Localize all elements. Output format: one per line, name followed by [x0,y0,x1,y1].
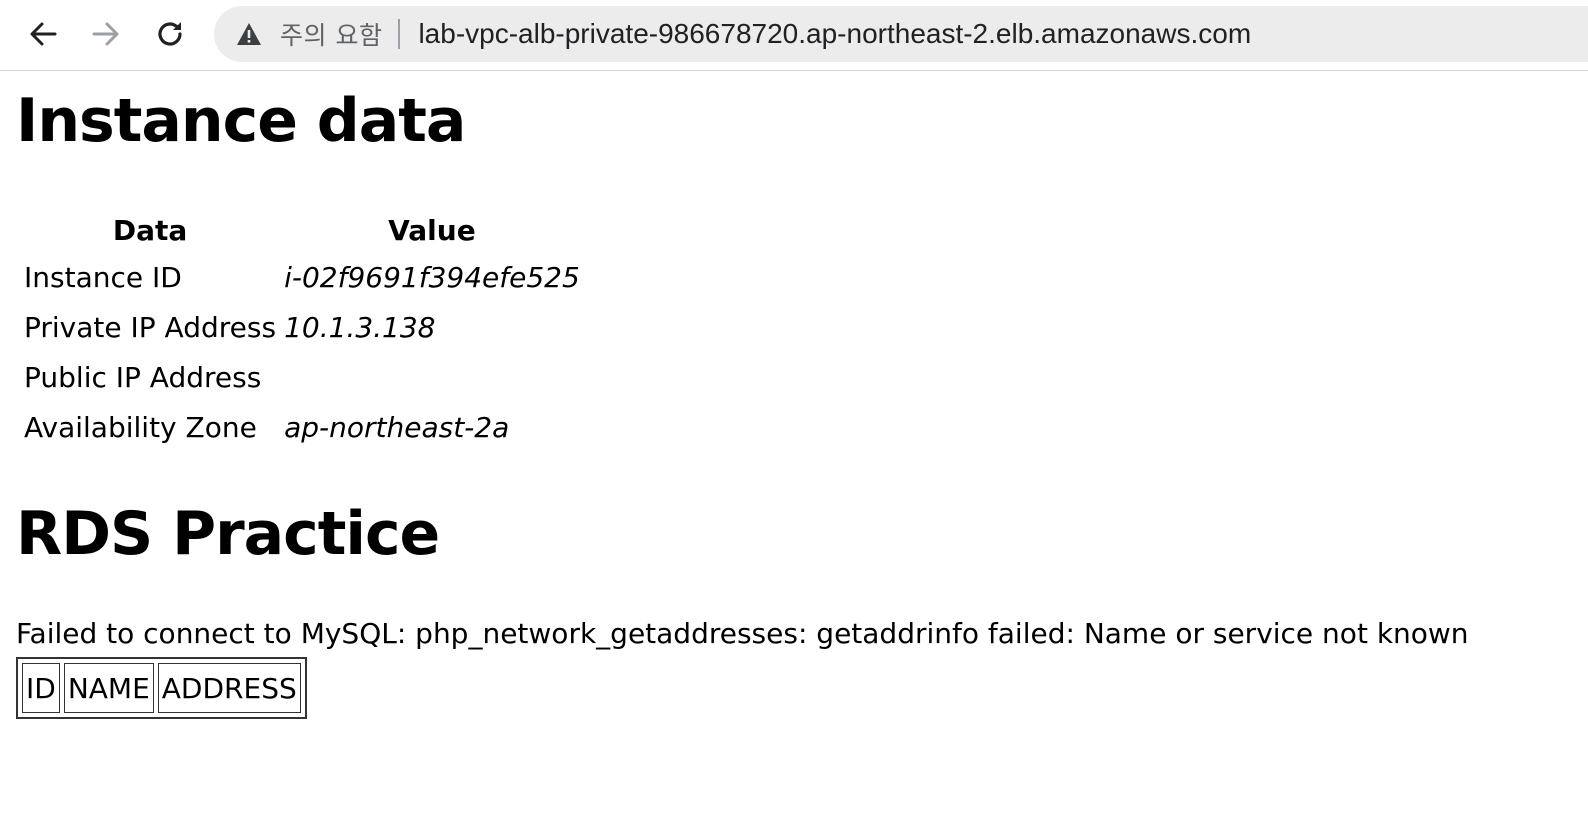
row-value [282,354,582,400]
error-message: Failed to connect to MySQL: php_network_… [16,617,1469,650]
column-header-name: NAME [63,663,154,713]
security-indicator[interactable]: 주의 요함 [214,6,398,62]
row-value: 10.1.3.138 [284,310,436,344]
arrow-left-icon [30,22,57,46]
reload-button[interactable] [149,13,191,55]
column-header-data: Data [112,213,188,247]
row-value: ap-northeast-2a [284,410,510,444]
url-text[interactable]: lab-vpc-alb-private-986678720.ap-northea… [418,18,1251,50]
row-value: i-02f9691f394efe525 [284,260,580,294]
table-row: Availability Zone ap-northeast-2a [22,404,582,450]
table-row: Public IP Address [22,354,582,400]
forward-button[interactable] [85,13,127,55]
row-label: Availability Zone [24,410,257,444]
browser-toolbar: 주의 요함 lab-vpc-alb-private-986678720.ap-n… [0,0,1588,71]
column-header-value: Value [388,213,476,247]
table-row: Private IP Address 10.1.3.138 [22,304,582,350]
warning-triangle-icon [237,23,261,45]
instance-heading: Instance data [16,86,466,156]
rds-heading: RDS Practice [16,499,440,569]
column-header-address: ADDRESS [157,663,301,713]
instance-table: Data Value Instance ID i-02f9691f394efe5… [18,206,586,454]
column-header-id: ID [22,663,60,713]
rds-table: ID NAME ADDRESS [16,657,307,719]
table-header-row: Data Value [22,210,582,250]
back-button[interactable] [22,13,64,55]
security-label: 주의 요함 [280,21,383,50]
reload-icon [158,22,182,46]
arrow-right-icon [92,22,119,46]
address-bar[interactable]: 주의 요함 lab-vpc-alb-private-986678720.ap-n… [214,6,1588,62]
omnibox-divider [398,19,401,49]
row-label: Instance ID [24,260,182,294]
row-label: Public IP Address [24,360,262,394]
table-row: Instance ID i-02f9691f394efe525 [22,254,582,300]
table-header-row: ID NAME ADDRESS [22,663,301,713]
row-label: Private IP Address [24,310,277,344]
